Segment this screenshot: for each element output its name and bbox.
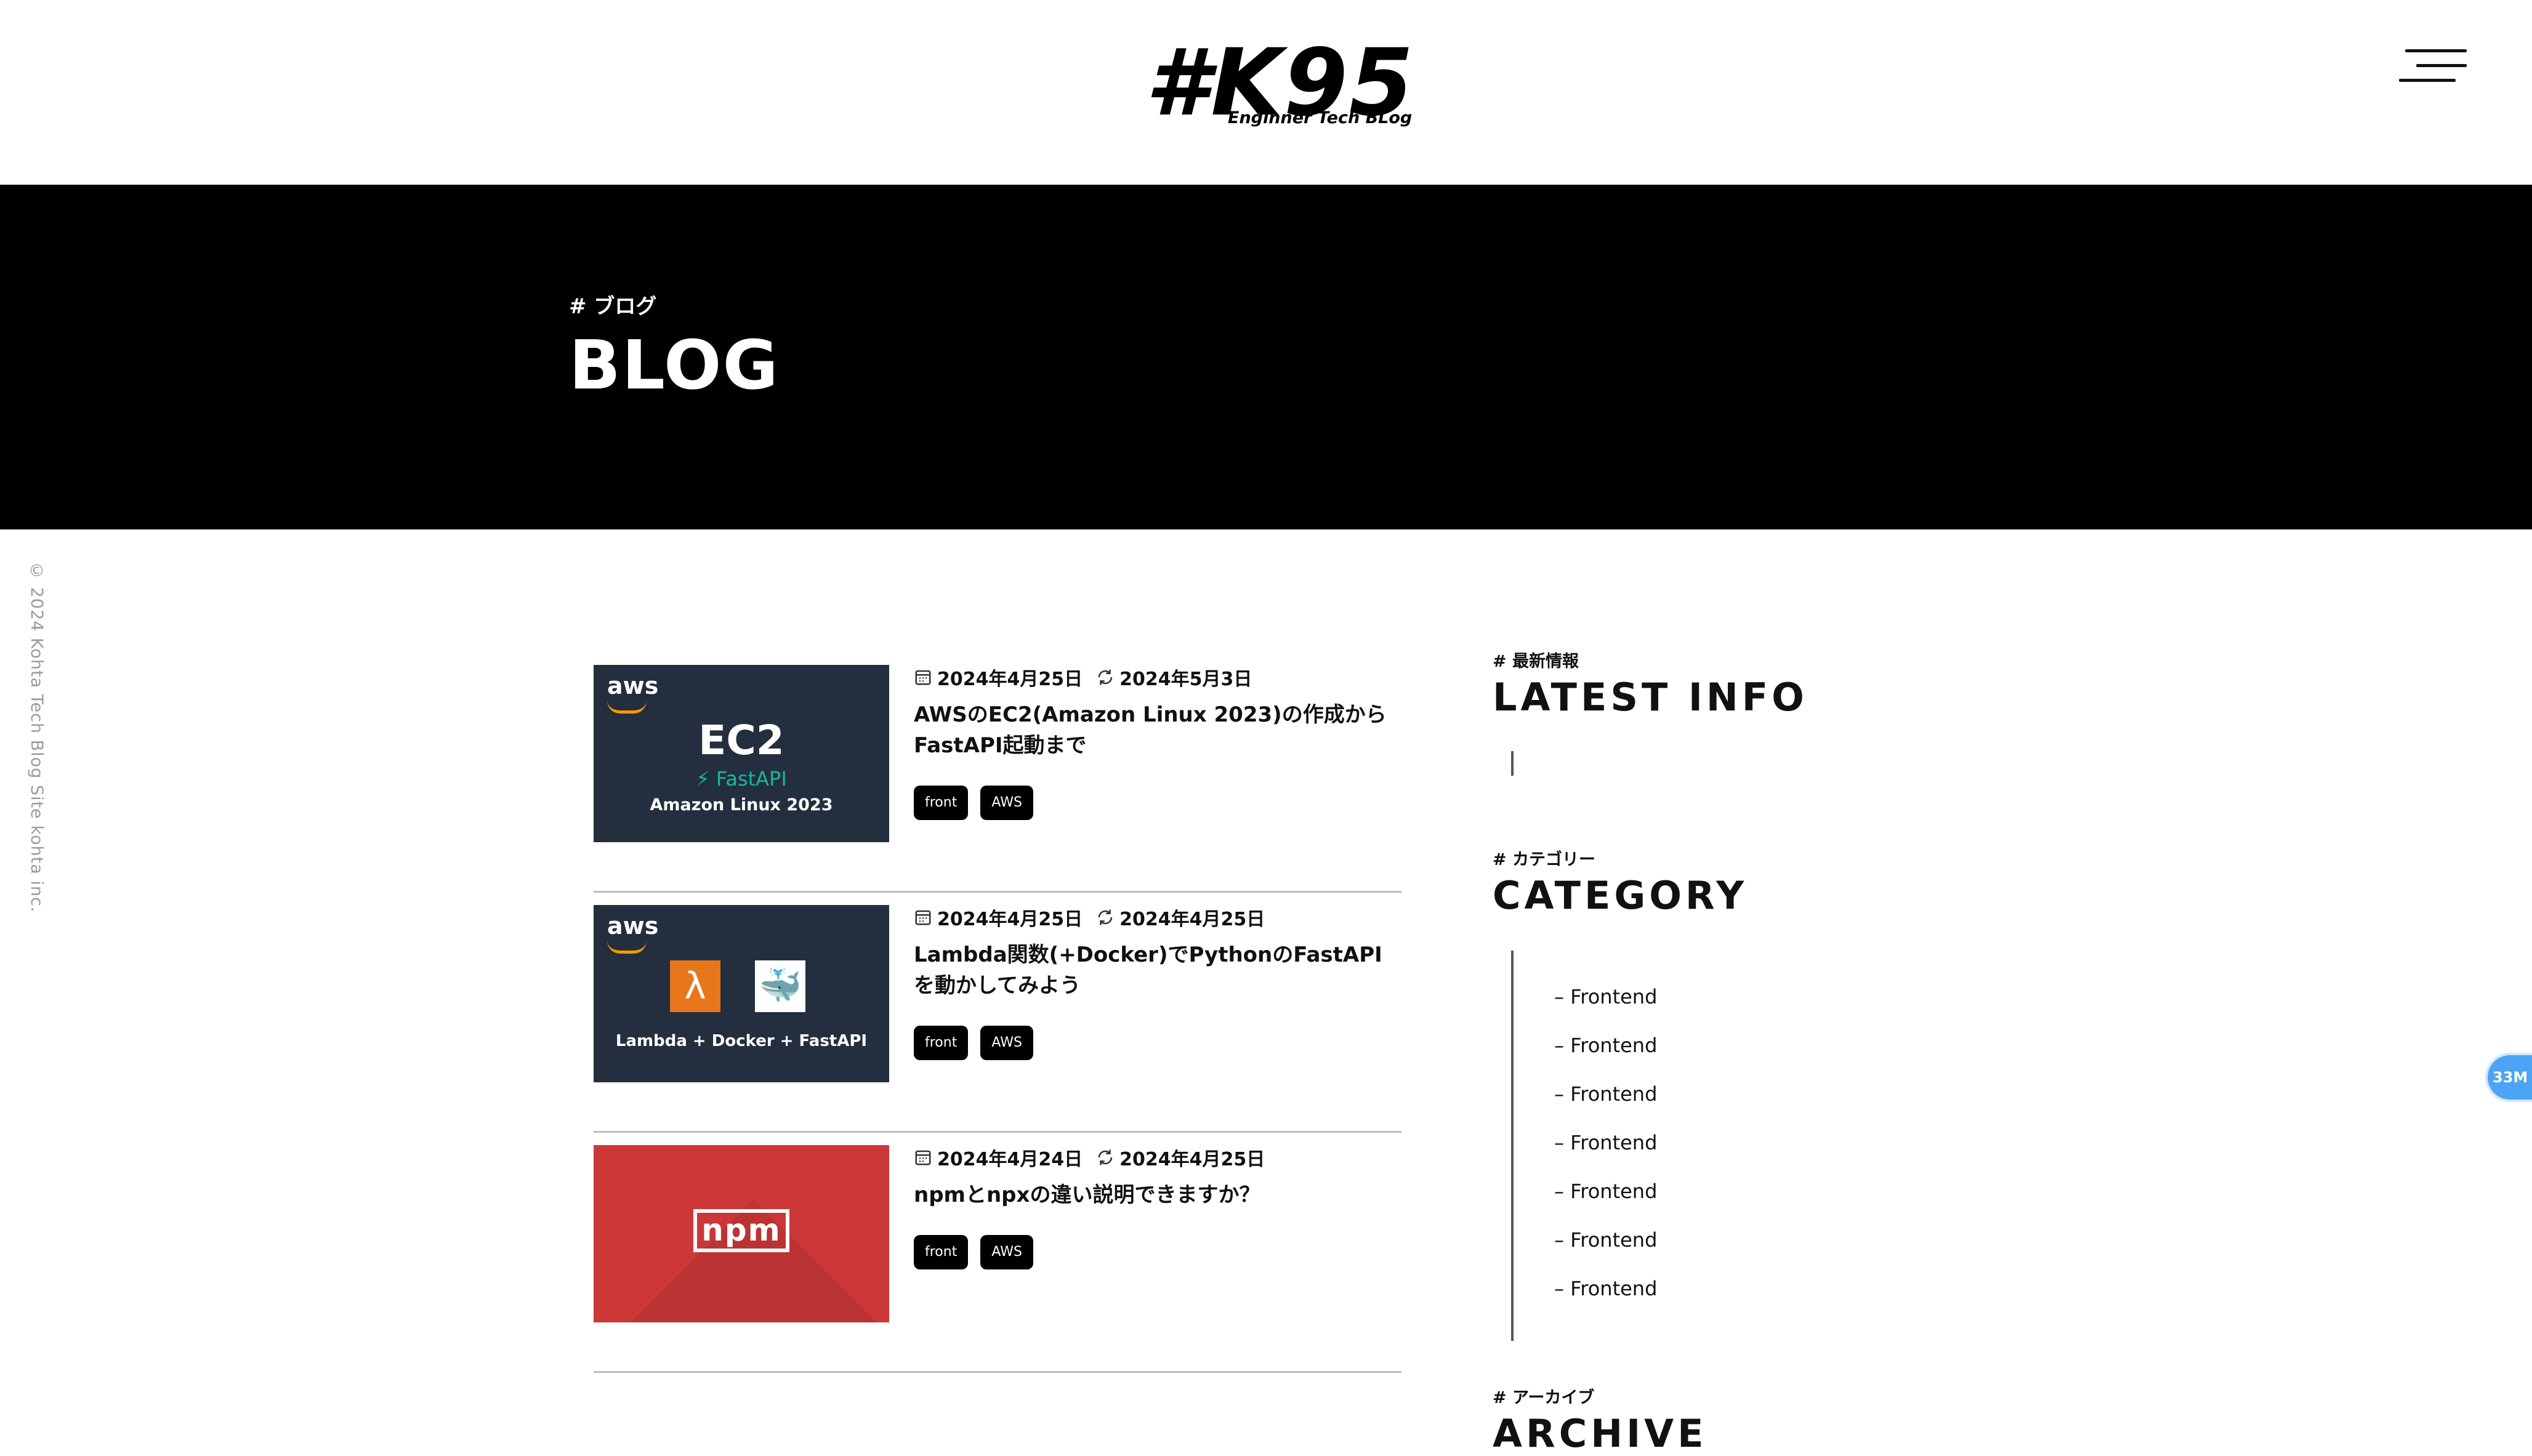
category-kicker: # カテゴリー	[1493, 850, 1596, 869]
aws-logo: aws	[607, 912, 659, 939]
tag-badge[interactable]: AWS	[980, 786, 1033, 820]
hamburger-icon	[2405, 49, 2467, 52]
thumbnail-caption: Amazon Linux 2023	[650, 795, 833, 814]
archive-kicker: # アーカイブ	[1493, 1388, 1595, 1407]
copyright-text: © 2024 Kohta Tech Blog Site kohta inc.	[27, 561, 46, 913]
calendar-icon	[915, 910, 931, 925]
post-meta: 2024年4月25日 2024年5月3日	[914, 665, 1252, 690]
category-item[interactable]: – Frontend	[1554, 1228, 1657, 1277]
post-divider	[594, 1371, 1401, 1373]
refresh-icon	[1098, 669, 1113, 685]
floating-badge[interactable]: 33M	[2488, 1055, 2532, 1100]
category-item[interactable]: – Frontend	[1554, 985, 1657, 1034]
lambda-icon: λ	[670, 960, 720, 1012]
post-published-date: 2024年4月24日	[937, 1149, 1083, 1170]
latest-info-kicker: # 最新情報	[1493, 652, 1579, 671]
category-item[interactable]: – Frontend	[1554, 1180, 1657, 1228]
post-title[interactable]: Lambda関数(+Docker)でPythonのFastAPIを動かしてみよう	[914, 939, 1394, 1001]
post-published-date: 2024年4月25日	[937, 669, 1083, 690]
post-card[interactable]: aws λ 🐳 Lambda + Docker + FastAPI 2024年4…	[594, 893, 1401, 1133]
page-title: BLOG	[569, 326, 780, 404]
category-heading: CATEGORY	[1493, 873, 1748, 918]
tag-badge[interactable]: front	[914, 1235, 969, 1269]
post-meta: 2024年4月24日 2024年4月25日	[914, 1145, 1265, 1170]
post-thumbnail[interactable]: aws λ 🐳 Lambda + Docker + FastAPI	[594, 905, 889, 1082]
post-updated-date: 2024年5月3日	[1119, 669, 1252, 690]
page-hero: # ブログ BLOG	[0, 185, 2532, 529]
npm-logo: npm	[693, 1209, 789, 1252]
tag-badge[interactable]: AWS	[980, 1235, 1033, 1269]
thumbnail-sub-label: FastAPI	[716, 767, 787, 790]
category-item[interactable]: – Frontend	[1554, 1277, 1657, 1325]
post-published-date: 2024年4月25日	[937, 909, 1083, 930]
refresh-icon	[1098, 909, 1113, 925]
tag-badge[interactable]: AWS	[980, 1026, 1033, 1060]
aws-logo: aws	[607, 672, 659, 699]
post-thumbnail[interactable]: aws EC2 ⚡ FastAPI Amazon Linux 2023	[594, 665, 889, 842]
calendar-icon	[915, 1150, 931, 1165]
thumbnail-caption: Lambda + Docker + FastAPI	[615, 1032, 868, 1050]
post-tags: front AWS	[914, 1026, 1033, 1060]
post-title[interactable]: npmとnpxの違い説明できますか？	[914, 1180, 1394, 1210]
category-item[interactable]: – Frontend	[1554, 1131, 1657, 1180]
post-title[interactable]: AWSのEC2(Amazon Linux 2023)の作成からFastAPI起動…	[914, 699, 1394, 761]
category-item[interactable]: – Frontend	[1554, 1082, 1657, 1131]
archive-heading: ARCHIVE	[1493, 1411, 1707, 1456]
tag-badge[interactable]: front	[914, 1026, 969, 1060]
aws-smile-icon	[607, 941, 647, 954]
category-list: – Frontend – Frontend – Frontend – Front…	[1554, 985, 1657, 1325]
post-list: aws EC2 ⚡ FastAPI Amazon Linux 2023 2024…	[594, 653, 1401, 1373]
post-meta: 2024年4月25日 2024年4月25日	[914, 905, 1265, 930]
category-line	[1511, 951, 1514, 1341]
thumbnail-main-text: EC2	[698, 717, 784, 764]
post-updated-date: 2024年4月25日	[1119, 909, 1265, 930]
thumbnail-sub-text: ⚡ FastAPI	[594, 767, 889, 790]
latest-info-line	[1511, 751, 1514, 776]
logo-subtitle: Enginner Tech BLog	[1228, 108, 1413, 127]
latest-info-heading: LATEST INFO	[1493, 675, 1808, 720]
aws-smile-icon	[607, 701, 647, 714]
post-tags: front AWS	[914, 786, 1033, 820]
post-card[interactable]: npm 2024年4月24日 2024年4月25日 npmとnpxの違い説明でき…	[594, 1133, 1401, 1373]
tag-badge[interactable]: front	[914, 786, 969, 820]
refresh-icon	[1098, 1149, 1113, 1165]
post-tags: front AWS	[914, 1235, 1033, 1269]
post-thumbnail[interactable]: npm	[594, 1145, 889, 1322]
fastapi-bolt-icon: ⚡	[696, 767, 710, 790]
hamburger-menu-button[interactable]	[2399, 47, 2467, 89]
hamburger-icon-line	[2399, 79, 2456, 82]
post-card[interactable]: aws EC2 ⚡ FastAPI Amazon Linux 2023 2024…	[594, 653, 1401, 893]
hero-kicker: # ブログ	[569, 294, 657, 319]
docker-icon: 🐳	[755, 960, 805, 1012]
site-header: #K95 Enginner Tech BLog	[0, 0, 2532, 185]
calendar-icon	[915, 670, 931, 685]
post-updated-date: 2024年4月25日	[1119, 1149, 1265, 1170]
category-item[interactable]: – Frontend	[1554, 1034, 1657, 1082]
hamburger-icon-line	[2416, 64, 2467, 67]
site-logo[interactable]: #K95 Enginner Tech BLog	[1145, 37, 1413, 129]
